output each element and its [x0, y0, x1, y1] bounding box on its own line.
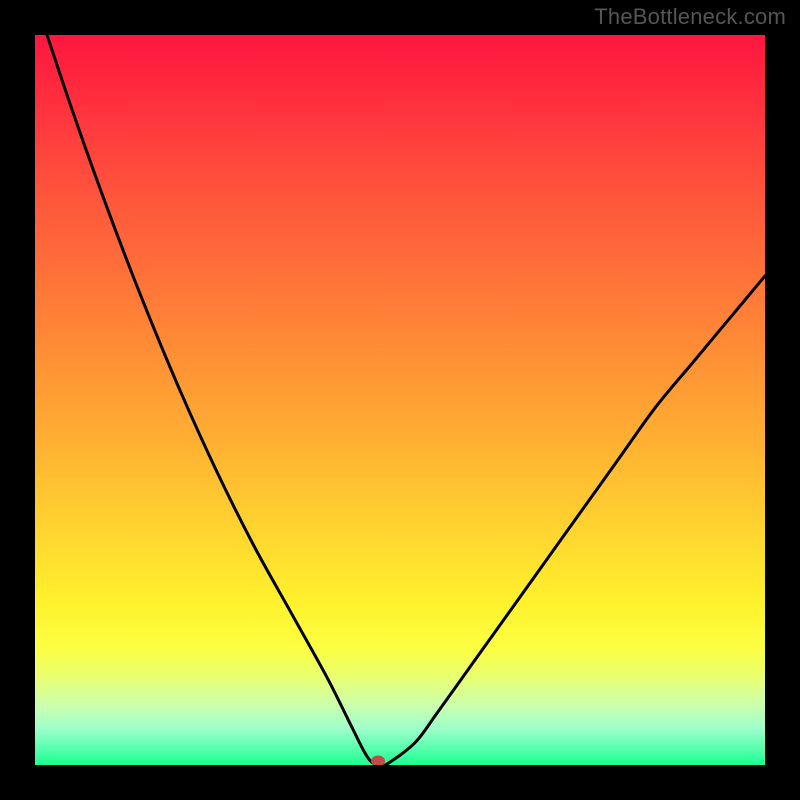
chart-frame: TheBottleneck.com — [0, 0, 800, 800]
curve-layer — [35, 35, 765, 765]
minimum-marker — [371, 756, 385, 766]
plot-area — [35, 35, 765, 765]
bottleneck-curve — [35, 35, 765, 765]
watermark-text: TheBottleneck.com — [594, 4, 786, 30]
